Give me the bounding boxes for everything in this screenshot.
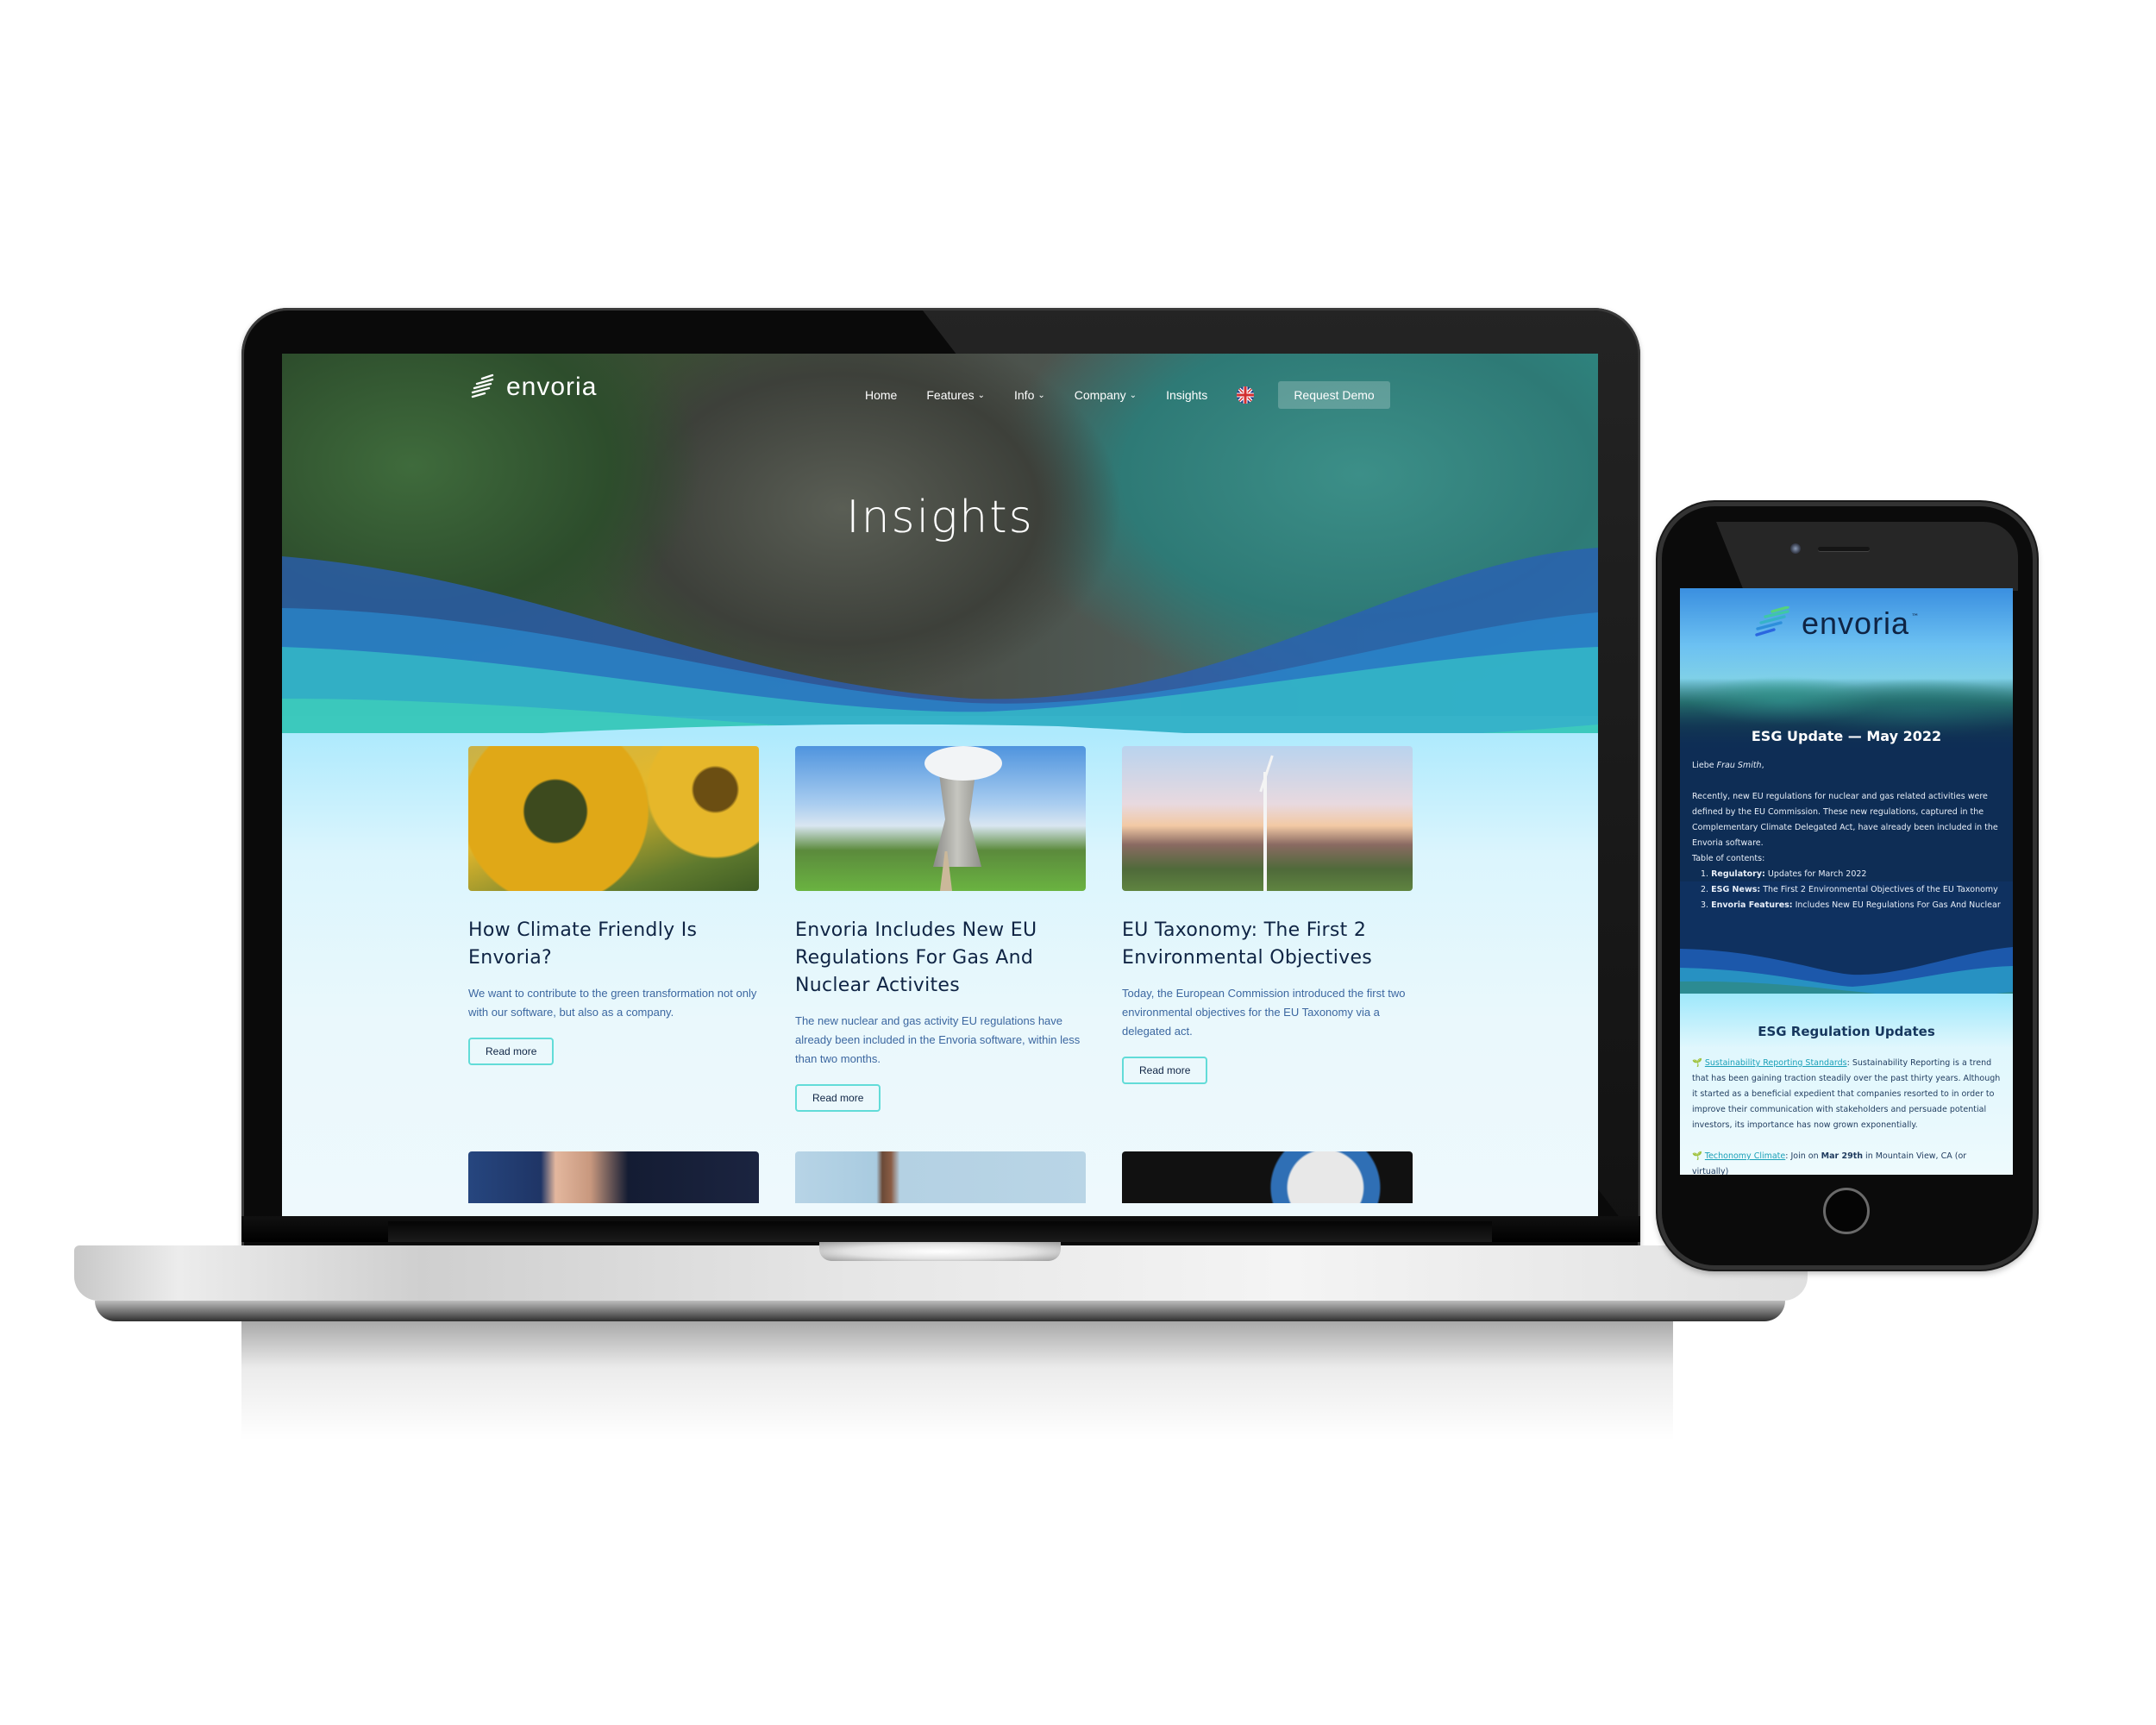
read-more-button[interactable]: Read more (795, 1084, 881, 1112)
chevron-down-icon: ⌄ (977, 390, 985, 400)
nav-company[interactable]: Company ⌄ (1075, 388, 1137, 402)
nuclear-plant-photo[interactable] (795, 746, 1086, 891)
nav-home-label: Home (865, 388, 898, 402)
email-title: ESG Update — May 2022 (1751, 728, 1942, 744)
nav-features-label: Features (926, 388, 975, 402)
card-title[interactable]: EU Taxonomy: The First 2 Environmental O… (1122, 917, 1413, 972)
email-brand-logo: envoria ™ (1753, 605, 1919, 642)
page-title: Insights (846, 492, 1034, 543)
greeting-suffix: , (1761, 761, 1764, 770)
toc-category: ESG News: (1711, 885, 1761, 894)
business-hand-photo[interactable] (468, 1151, 759, 1203)
card-title[interactable]: Envoria Includes New EU Regulations For … (795, 917, 1086, 1000)
wind-turbine-photo[interactable] (1122, 746, 1413, 891)
chevron-down-icon: ⌄ (1037, 390, 1045, 400)
woman-sky-photo[interactable] (795, 1151, 1086, 1203)
insight-card: Envoria Includes New EU Regulations For … (795, 746, 1086, 1112)
card-excerpt: The new nuclear and gas activity EU regu… (795, 1014, 1081, 1065)
home-button[interactable] (1823, 1188, 1870, 1234)
laptop-screen: envoria Home Features ⌄ Info ⌄ Company ⌄ In… (282, 354, 1598, 1216)
read-more-button[interactable]: Read more (1122, 1057, 1208, 1084)
section-heading: ESG Regulation Updates (1758, 1024, 1935, 1039)
speaker-icon (1818, 547, 1870, 551)
insights-card-row-2 (468, 1151, 1413, 1203)
card-excerpt: We want to contribute to the green trans… (468, 987, 757, 1019)
co2-dial-photo[interactable] (1122, 1151, 1413, 1203)
uk-flag-icon[interactable] (1237, 386, 1255, 404)
chevron-down-icon: ⌄ (1129, 390, 1138, 400)
laptop-hinge-inner (388, 1221, 1492, 1242)
toc-num: 3. (1701, 900, 1709, 910)
nav-features[interactable]: Features ⌄ (926, 388, 985, 402)
sprout-icon: 🌱 (1692, 1151, 1702, 1161)
request-demo-button[interactable]: Request Demo (1278, 381, 1390, 409)
email-intro: Recently, new EU regulations for nuclear… (1692, 792, 1998, 848)
toc-num: 1. (1701, 869, 1709, 879)
news-link[interactable]: Sustainability Reporting Standards (1705, 1058, 1847, 1068)
nav-insights-label: Insights (1166, 388, 1208, 402)
greeting-prefix: Liebe (1692, 761, 1717, 770)
brand-logo[interactable]: envoria (470, 373, 597, 402)
hero-waves (282, 548, 1598, 750)
toc-text: The First 2 Environmental Objectives of … (1760, 885, 1998, 894)
toc-label: Table of contents: (1692, 854, 1765, 863)
toc-category: Regulatory: (1711, 869, 1765, 879)
toc-item[interactable]: 3. Envoria Features: Includes New EU Reg… (1701, 898, 2011, 913)
envoria-logo-icon (1755, 606, 1789, 637)
top-nav: envoria Home Features ⌄ Info ⌄ Company ⌄ In… (282, 354, 1598, 431)
toc-category: Envoria Features: (1711, 900, 1793, 910)
news-text: : Join on (1785, 1151, 1821, 1161)
toc-text: Includes New EU Regulations For Gas And … (1792, 900, 2001, 910)
email-brand-name: envoria (1802, 605, 1910, 641)
toc-list: 1. Regulatory: Updates for March 2022 2.… (1701, 867, 2011, 913)
envoria-logo-icon (471, 373, 494, 398)
news-link[interactable]: Techonomy Climate (1705, 1151, 1785, 1161)
trademark-symbol: ™ (1911, 613, 1920, 622)
news-item: 🌱 Techonomy Climate: Join on Mar 29th in… (1692, 1149, 2004, 1175)
nav-info[interactable]: Info ⌄ (1014, 388, 1045, 402)
brand-name: envoria (506, 373, 598, 401)
nav-info-label: Info (1014, 388, 1035, 402)
laptop-opening-notch (819, 1242, 1061, 1261)
insight-card: EU Taxonomy: The First 2 Environmental O… (1122, 746, 1413, 1112)
sprout-icon: 🌱 (1692, 1058, 1702, 1068)
nav-insights[interactable]: Insights (1166, 388, 1207, 402)
card-title[interactable]: How Climate Friendly Is Envoria? (468, 917, 759, 972)
toc-item[interactable]: 1. Regulatory: Updates for March 2022 (1701, 867, 2011, 882)
phone-screen: envoria ™ ESG Update — May 2022 Liebe Fr… (1680, 588, 2013, 1175)
toc-item[interactable]: 2. ESG News: The First 2 Environmental O… (1701, 882, 2011, 898)
news-text: : Sustainability Reporting is a trend th… (1692, 1058, 2001, 1130)
nav-menu: Home Features ⌄ Info ⌄ Company ⌄ Insights (865, 381, 1390, 409)
email-greeting: Liebe Frau Smith, (1692, 758, 2002, 774)
phone-glare (1716, 522, 2018, 591)
recipient-name: Frau Smith (1716, 761, 1762, 770)
camera-icon (1790, 543, 1801, 554)
nav-company-label: Company (1074, 388, 1126, 402)
hero-banner: envoria Home Features ⌄ Info ⌄ Company ⌄ In… (282, 354, 1598, 750)
laptop-shadow (241, 1320, 1673, 1440)
sunflower-photo[interactable] (468, 746, 759, 891)
toc-num: 2. (1701, 885, 1709, 894)
news-item: 🌱 Sustainability Reporting Standards: Su… (1692, 1056, 2004, 1133)
laptop-base-lip (95, 1301, 1785, 1321)
toc-text: Updates for March 2022 (1764, 869, 1867, 879)
read-more-button[interactable]: Read more (468, 1038, 555, 1065)
insight-card: How Climate Friendly Is Envoria? We want… (468, 746, 759, 1112)
news-date: Mar 29th (1821, 1151, 1864, 1161)
insights-card-grid: How Climate Friendly Is Envoria? We want… (468, 746, 1413, 1112)
nav-home[interactable]: Home (865, 388, 897, 402)
card-excerpt: Today, the European Commission introduce… (1122, 987, 1406, 1038)
